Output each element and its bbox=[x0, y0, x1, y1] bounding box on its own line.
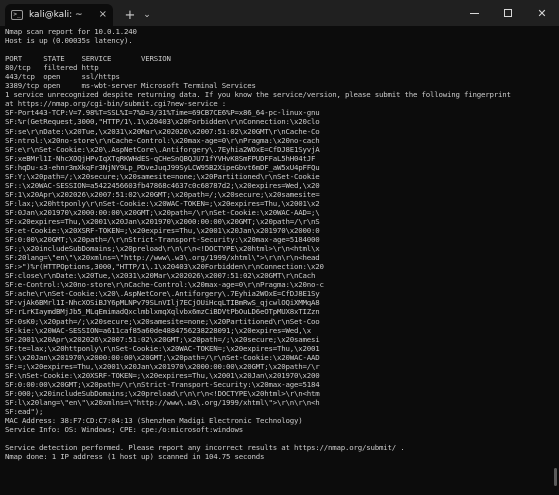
terminal-line: SF:xeBMrl1I-NhcXOQjHPvIqXTqRKWHdES-qCHeS… bbox=[5, 153, 316, 163]
terminal-line: at https://nmap.org/cgi-bin/submit.cgi?n… bbox=[5, 99, 226, 109]
terminal-line: SF:>")%r(HTTPOptions,3000,"HTTP/1\.1\x20… bbox=[5, 262, 324, 272]
terminal-line: SF:\nSet-Cookie:\x20XSRF-TOKEN=;\x20expi… bbox=[5, 370, 320, 380]
terminal-output[interactable]: Nmap scan report for 10.0.1.240 Host is u… bbox=[5, 27, 549, 489]
terminal-line: SF:te=lax;\x20httponly\r\nSet-Cookie:\x2… bbox=[5, 343, 320, 353]
maximize-icon bbox=[504, 9, 512, 17]
terminal-line: Nmap scan report for 10.0.1.240 bbox=[5, 27, 137, 36]
terminal-line: SF:ntrol:\x20no-store\r\nCache-Control:\… bbox=[5, 135, 320, 145]
new-tab-button[interactable]: + bbox=[121, 4, 139, 26]
terminal-line: SF:close\r\nDate:\x20Tue,\x2031\x20Mar\x… bbox=[5, 271, 316, 281]
terminal-line: SF:0:00\x20GMT;\x20path=/\r\nStrict-Tran… bbox=[5, 235, 320, 245]
terminal-line: Nmap done: 1 IP address (1 host up) scan… bbox=[5, 452, 265, 462]
terminal-line: Service Info: OS: Windows; CPE: cpe:/o:m… bbox=[5, 425, 243, 435]
terminal-line: SF:hqDu-s3-ehnr3mXkqFr3NjNY9Lp_PDveJuqJ9… bbox=[5, 162, 320, 172]
minimize-button[interactable] bbox=[457, 0, 491, 26]
terminal-line: 3389/tcp open ms-wbt-server Microsoft Te… bbox=[5, 81, 256, 91]
terminal-line: SF:vjAk6BMrl1I-NhcXOSiBJY6pMLNPv79SLnVIl… bbox=[5, 298, 320, 308]
title-bar: >_ kali@kali: ~ × + ⌄ ✕ bbox=[0, 0, 559, 26]
terminal-line: SF-Port443-TCP:V=7.98%T=SSL%I=7%D=3/31%T… bbox=[5, 108, 320, 118]
terminal-line: SF:=;\x20expires=Thu,\x2001\x20Jan\x2019… bbox=[5, 361, 320, 371]
terminal-line: SF:ache\r\nSet-Cookie:\x20\.AspNetCore\.… bbox=[5, 289, 320, 299]
maximize-button[interactable] bbox=[491, 0, 525, 26]
tab-close-icon[interactable]: × bbox=[99, 9, 107, 21]
terminal-line: SF:1\x20Apr\x202026\x2007:51:02\x20GMT;\… bbox=[5, 189, 320, 199]
tab-title: kali@kali: ~ bbox=[29, 10, 83, 20]
terminal-icon: >_ bbox=[11, 10, 23, 20]
chevron-down-icon[interactable]: ⌄ bbox=[139, 4, 155, 26]
terminal-line: PORT STATE SERVICE VERSION bbox=[5, 54, 171, 64]
terminal-line: SF:0sK0;\x20path=/;\x20secure;\x20samesi… bbox=[5, 316, 320, 326]
terminal-line: SF:000;\x20includeSubDomains;\x20preload… bbox=[5, 388, 320, 398]
scrollbar[interactable] bbox=[552, 28, 558, 488]
terminal-line: 1 service unrecognized despite returning… bbox=[5, 90, 511, 100]
terminal-tab[interactable]: >_ kali@kali: ~ × bbox=[5, 4, 113, 26]
minimize-icon bbox=[469, 12, 479, 14]
terminal-line: SF:e\r\nSet-Cookie:\x20\.AspNetCore\.Ant… bbox=[5, 144, 320, 154]
terminal-line: SF:se\r\nDate:\x20Tue,\x2031\x20Mar\x202… bbox=[5, 126, 320, 136]
terminal-line: SF:et-Cookie:\x20XSRF-TOKEN=;\x20expires… bbox=[5, 226, 320, 236]
terminal-line: SF:l\x20lang=\"en\"\x20xmlns=\"http://ww… bbox=[5, 397, 320, 407]
terminal-line: SF:x20expires=Thu,\x2001\x20Jan\x201970\… bbox=[5, 216, 320, 226]
terminal-line: SF:\x20Jan\x201970\x2000:00:00\x20GMT;\x… bbox=[5, 352, 320, 362]
terminal-line: Service detection performed. Please repo… bbox=[5, 443, 405, 453]
window-controls: ✕ bbox=[457, 0, 559, 26]
terminal-line: SF:0:00:00\x20GMT;\x20path=/\r\nStrict-T… bbox=[5, 379, 320, 389]
terminal-line: SF:e-Control:\x20no-store\r\nCache-Contr… bbox=[5, 280, 324, 290]
terminal-line: SF:2001\x20Apr\x202026\x2007:51:02\x20GM… bbox=[5, 334, 320, 344]
terminal-line: SF::\x20WAC-SESSION=a5422456603fb47868c4… bbox=[5, 180, 320, 190]
terminal-line: SF:Y;\x20path=/;\x20secure;\x20samesite=… bbox=[5, 171, 320, 181]
terminal-line: 443/tcp open ssl/https bbox=[5, 72, 120, 82]
terminal-line: SF:ead"); bbox=[5, 406, 44, 416]
terminal-line: 80/tcp filtered http bbox=[5, 63, 99, 73]
terminal-line: Host is up (0.00035s latency). bbox=[5, 36, 133, 46]
terminal-line: SF:%r(GetRequest,3000,"HTTP/1\.1\x20403\… bbox=[5, 117, 320, 127]
terminal-line: SF:0Jan\x201970\x2000:00:00\x20GMT;\x20p… bbox=[5, 207, 320, 217]
terminal-line: SF:rLrKIaymdBMjJb5_MLqEmimadQxclmblxmqXq… bbox=[5, 307, 320, 317]
terminal-line: SF:lax;\x20httponly\r\nSet-Cookie:\x20WA… bbox=[5, 198, 320, 208]
terminal-window: >_ kali@kali: ~ × + ⌄ ✕ Nmap scan report… bbox=[0, 0, 559, 495]
terminal-line: SF:;\x20includeSubDomains;\x20preload\r\… bbox=[5, 244, 320, 254]
scrollbar-thumb[interactable] bbox=[554, 468, 557, 486]
terminal-line: SF:kie:\x20WAC-SESSION=a611caf85a60de488… bbox=[5, 325, 311, 335]
close-button[interactable]: ✕ bbox=[525, 0, 559, 26]
terminal-line: SF:20lang=\"en\"\x20xmlns=\"http://www\.… bbox=[5, 253, 320, 263]
terminal-line: MAC Address: 38:F7:CD:C7:04:13 (Shenzhen… bbox=[5, 416, 303, 426]
